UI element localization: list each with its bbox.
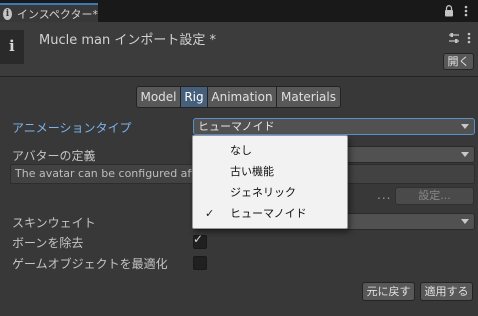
animation-type-value: ヒューマノイド (198, 120, 275, 133)
chevron-down-icon (461, 152, 469, 157)
menu-item-label: ヒューマノイド (230, 207, 307, 220)
menu-item-label: なし (230, 144, 252, 157)
apply-button[interactable]: 適用する (420, 282, 473, 301)
checkmark-icon: ✓ (205, 207, 215, 220)
inspector-tab-label: インスペクター* (16, 7, 98, 21)
revert-button[interactable]: 元に戻す (362, 282, 415, 301)
tab-animation[interactable]: Animation (207, 86, 277, 108)
ellipsis-button[interactable]: ... (377, 188, 391, 202)
skin-weights-label: スキンウェイト (12, 216, 96, 230)
strip-bones-label: ボーンを除去 (12, 236, 84, 250)
tab-materials[interactable]: Materials (276, 86, 341, 108)
import-tabs: Model Rig Animation Materials (136, 86, 341, 108)
menu-item-none[interactable]: なし (193, 140, 347, 161)
optimize-game-objects-checkbox[interactable] (193, 256, 207, 270)
open-button[interactable]: 開く (443, 53, 474, 70)
configure-button[interactable]: 設定... (395, 187, 474, 205)
animation-type-label: アニメーションタイプ (12, 121, 132, 135)
menu-item-humanoid[interactable]: ✓ ヒューマノイド (193, 203, 347, 224)
tab-model[interactable]: Model (136, 86, 181, 108)
lock-icon[interactable] (444, 5, 454, 17)
kebab-menu-icon[interactable] (464, 31, 474, 45)
menu-item-label: ジェネリック (230, 186, 296, 199)
tab-rig[interactable]: Rig (180, 86, 208, 108)
animation-type-dropdown[interactable]: ヒューマノイド (193, 118, 475, 135)
asset-title: Mucle man インポート設定 * (39, 33, 216, 48)
kebab-menu-icon[interactable] (461, 4, 471, 18)
asset-info-icon: i (9, 37, 15, 55)
optimize-game-objects-label: ゲームオブジェクトを最適化 (12, 257, 168, 271)
menu-item-label: 古い機能 (230, 165, 274, 178)
preset-icon[interactable] (448, 32, 460, 44)
chevron-down-icon (461, 219, 469, 224)
avatar-definition-label: アバターの定義 (12, 149, 96, 163)
menu-item-legacy[interactable]: 古い機能 (193, 161, 347, 182)
checkmark-icon: ✓ (193, 232, 204, 246)
inspector-tab[interactable]: i インスペクター* (0, 3, 98, 22)
menu-item-generic[interactable]: ジェネリック (193, 182, 347, 203)
animation-type-menu: なし 古い機能 ジェネリック ✓ ヒューマノイド (192, 135, 348, 229)
chevron-down-icon (461, 124, 469, 129)
info-icon: i (3, 7, 12, 20)
